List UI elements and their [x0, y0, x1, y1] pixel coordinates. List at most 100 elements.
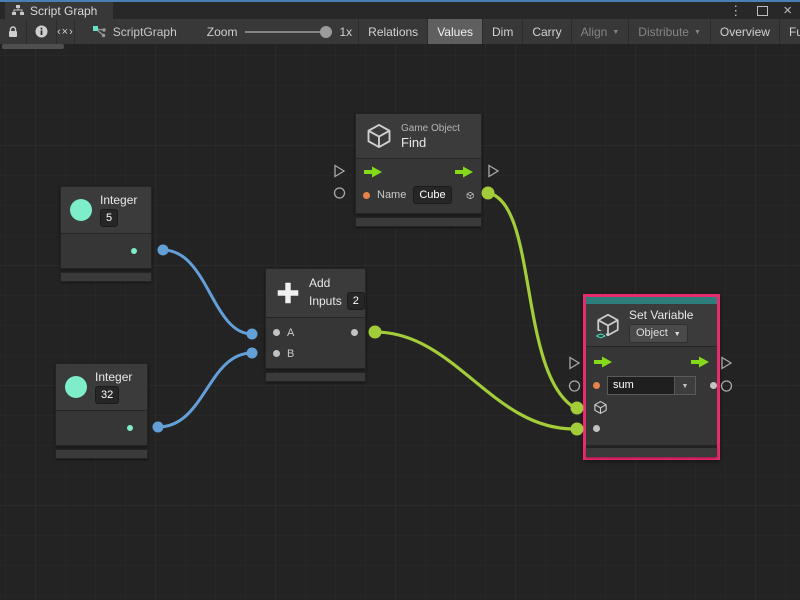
node-integer-5[interactable]: Integer 5 [60, 186, 152, 282]
value-input-port[interactable] [593, 425, 600, 432]
lock-button[interactable] [0, 19, 27, 44]
integer-output-port[interactable] [127, 425, 133, 431]
inputs-count-field[interactable]: 2 [347, 292, 365, 310]
code-view-button[interactable]: ‹×› [57, 19, 75, 44]
inputs-label: Inputs [309, 294, 342, 308]
node-title: Add [309, 276, 330, 290]
chevron-down-icon: ▼ [682, 383, 689, 390]
flow-in-arrow-icon[interactable] [593, 356, 613, 368]
value-in-port-circle[interactable] [335, 188, 345, 198]
toggle-relations[interactable]: Relations [358, 19, 427, 44]
integer-value-field[interactable]: 32 [95, 386, 119, 404]
wire-integer32-to-add-b[interactable] [158, 353, 252, 427]
node-integer-32[interactable]: Integer 32 [55, 363, 148, 459]
graph-icon [93, 26, 107, 38]
node-footer [586, 448, 717, 457]
variable-kind-strip [586, 297, 717, 304]
node-title: Set Variable [629, 308, 693, 322]
wire-integer5-to-add-a[interactable] [163, 250, 252, 334]
maximize-icon[interactable] [757, 6, 768, 16]
chevron-down-icon: ▼ [674, 331, 681, 338]
script-graph-window: Script Graph ⋮ × ‹×› [0, 0, 800, 600]
graph-toolbar: ‹×› ScriptGraph Zoom 1x Relations Values… [0, 19, 800, 45]
wire-endpoint[interactable] [247, 329, 258, 340]
name-input-port[interactable] [363, 192, 370, 199]
wire-endpoint[interactable] [369, 326, 382, 339]
close-icon[interactable]: × [783, 3, 792, 18]
input-port-a[interactable] [273, 329, 280, 336]
node-title: Integer [95, 370, 132, 384]
integer-value-field[interactable]: 5 [100, 209, 118, 227]
port-label-a: A [287, 327, 294, 339]
integer-literal-icon [70, 199, 92, 221]
menu-icon[interactable]: ⋮ [729, 4, 742, 17]
zoom-slider[interactable] [245, 31, 331, 33]
node-footer [265, 372, 366, 382]
flow-in-port-triangle[interactable] [570, 358, 579, 369]
name-value-field[interactable]: Cube [413, 186, 451, 204]
flow-in-arrow-icon[interactable] [363, 166, 383, 178]
breadcrumb-label: ScriptGraph [113, 25, 177, 39]
node-footer [355, 217, 482, 227]
node-add[interactable]: Add Inputs 2 A [265, 268, 366, 382]
wire-endpoint[interactable] [482, 187, 495, 200]
wire-endpoint[interactable] [571, 423, 584, 436]
value-output-port[interactable] [710, 382, 717, 389]
overview-button[interactable]: Overview [710, 19, 779, 44]
node-category: Game Object [401, 123, 460, 134]
graph-canvas[interactable]: Integer 5 Integer [0, 44, 800, 600]
gameobject-input-port-icon[interactable] [593, 400, 608, 415]
integer-output-port[interactable] [131, 248, 137, 254]
flow-out-arrow-icon[interactable] [454, 166, 474, 178]
node-title: Find [401, 135, 426, 150]
variable-name-port[interactable] [593, 382, 600, 389]
variable-name-field[interactable]: sum ▼ [607, 376, 696, 395]
toggle-carry[interactable]: Carry [522, 19, 570, 44]
lock-icon [8, 26, 18, 38]
integer-literal-icon [65, 376, 87, 398]
gameobject-output-port-icon[interactable] [466, 188, 474, 203]
wire-endpoint[interactable] [158, 245, 169, 256]
align-dropdown[interactable]: Align ▼ [571, 19, 629, 44]
horizontal-scrollbar-thumb[interactable] [2, 44, 64, 49]
sum-output-port[interactable] [351, 329, 358, 336]
code-icon: ‹×› [57, 26, 74, 38]
node-set-variable[interactable]: <> Set Variable Object ▼ [583, 294, 720, 460]
wire-endpoint[interactable] [571, 402, 584, 415]
fullscreen-button[interactable]: Full Screen [779, 19, 800, 44]
flow-out-port-triangle[interactable] [722, 358, 731, 369]
wire-endpoint[interactable] [247, 348, 258, 359]
tab-title: Script Graph [30, 4, 97, 18]
chevron-down-icon: ▼ [612, 29, 619, 36]
zoom-label: Zoom [207, 25, 238, 39]
tab-script-graph[interactable]: Script Graph [5, 2, 113, 19]
info-icon [35, 25, 48, 38]
breadcrumb[interactable]: ScriptGraph [83, 19, 187, 44]
flow-in-port-triangle[interactable] [335, 166, 344, 177]
inspect-button[interactable] [27, 19, 57, 44]
cube-icon [365, 122, 393, 150]
flow-out-port-triangle[interactable] [489, 166, 498, 177]
value-in-port-circle[interactable] [570, 381, 580, 391]
tab-bar: Script Graph ⋮ × [0, 2, 800, 19]
wire-add-to-setvariable-value[interactable] [375, 332, 574, 429]
name-label: Name [377, 189, 406, 201]
wire-endpoint[interactable] [153, 422, 164, 433]
wire-find-to-setvariable-object[interactable] [488, 193, 575, 408]
node-gameobject-find[interactable]: Game Object Find [355, 113, 482, 227]
value-out-port-circle[interactable] [722, 381, 732, 391]
toggle-dim[interactable]: Dim [482, 19, 522, 44]
toggle-values[interactable]: Values [427, 19, 482, 44]
variable-name-dropdown-button[interactable]: ▼ [674, 376, 696, 395]
input-port-b[interactable] [273, 350, 280, 357]
window-controls: ⋮ × [729, 2, 792, 19]
node-footer [60, 272, 152, 282]
variable-kind-dropdown[interactable]: Object ▼ [629, 324, 688, 343]
node-title: Integer [100, 193, 137, 207]
node-footer [55, 449, 148, 459]
zoom-slider-thumb[interactable] [320, 26, 332, 38]
flow-out-arrow-icon[interactable] [690, 356, 710, 368]
distribute-dropdown[interactable]: Distribute ▼ [628, 19, 710, 44]
toolbar-toggles: Relations Values Dim Carry Align ▼ Distr… [358, 19, 800, 44]
set-variable-icon: <> [595, 312, 621, 338]
